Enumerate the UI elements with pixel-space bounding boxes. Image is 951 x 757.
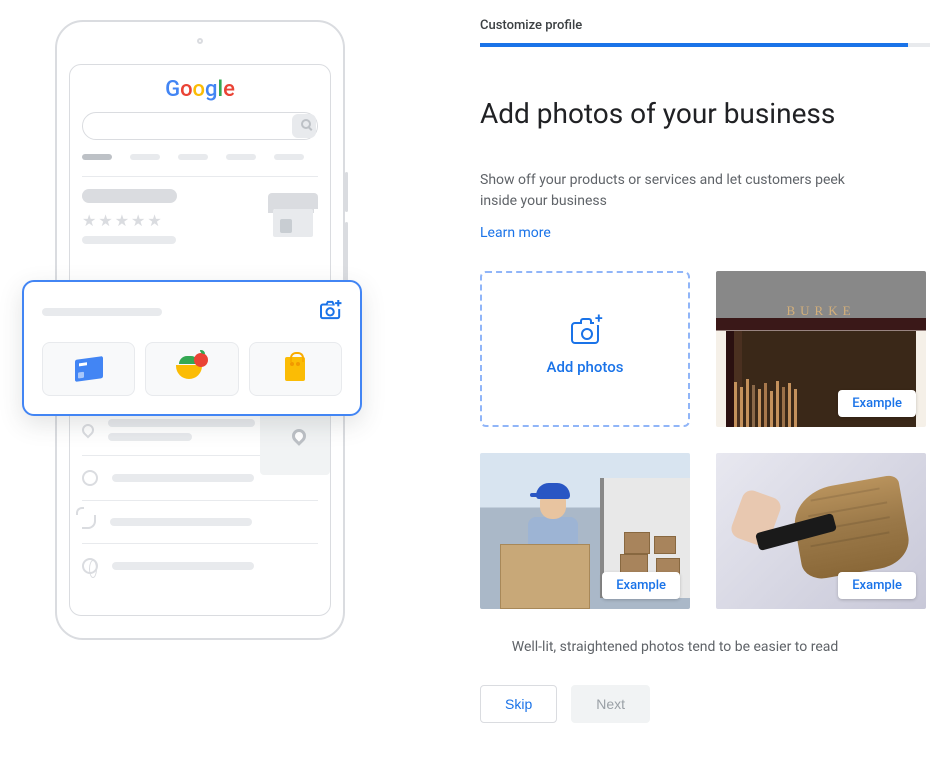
google-logo: Google [82,77,318,102]
search-icon [301,119,311,129]
phone-illustration-panel: Google ★★★★★ [10,10,390,747]
progress-bar [480,43,930,47]
phone-speaker [197,38,203,44]
next-button[interactable]: Next [571,685,650,723]
search-tabs-mockup [82,154,318,160]
example-badge: Example [838,572,916,599]
add-photos-label: Add photos [547,358,624,376]
photo-thumbnails [42,342,342,396]
result-block-mockup: ★★★★★ [82,176,318,264]
photo-thumb-2 [145,342,238,396]
phone-icon [82,515,96,529]
skip-button[interactable]: Skip [480,685,557,723]
action-buttons: Skip Next [480,685,870,723]
example-photo-delivery: Example [480,453,690,609]
photo-thumb-3 [249,342,342,396]
example-photo-storefront: BURKE Example [716,271,926,427]
card-title-placeholder [42,308,162,316]
page-description: Show off your products or services and l… [480,170,870,212]
page-heading: Add photos of your business [480,97,870,130]
example-badge: Example [838,390,916,417]
step-label: Customize profile [480,18,870,33]
clock-icon [82,470,98,486]
camera-plus-icon [320,300,342,324]
photo-grid: Add photos BURKE Example [480,271,870,609]
camera-icon [571,322,599,344]
search-bar-mockup [82,112,318,140]
add-photos-button[interactable]: Add photos [480,271,690,427]
website-row-mockup [82,543,318,588]
globe-icon [82,558,98,574]
phone-side-button-2 [345,222,348,282]
photo-caption: Well-lit, straightened photos tend to be… [480,639,870,655]
floating-photos-card [22,280,362,416]
example-photo-hairdresser: Example [716,453,926,609]
pin-icon [80,422,97,439]
example-badge: Example [602,572,680,599]
main-content-panel: Customize profile Add photos of your bus… [390,10,870,747]
phone-row-mockup [82,500,318,543]
photo-thumb-1 [42,342,135,396]
progress-fill [480,43,908,47]
learn-more-link[interactable]: Learn more [480,225,551,241]
store-sign-text: BURKE [716,303,926,319]
shop-icon [268,187,318,237]
map-pin-icon [289,426,309,446]
phone-side-button [345,172,348,212]
